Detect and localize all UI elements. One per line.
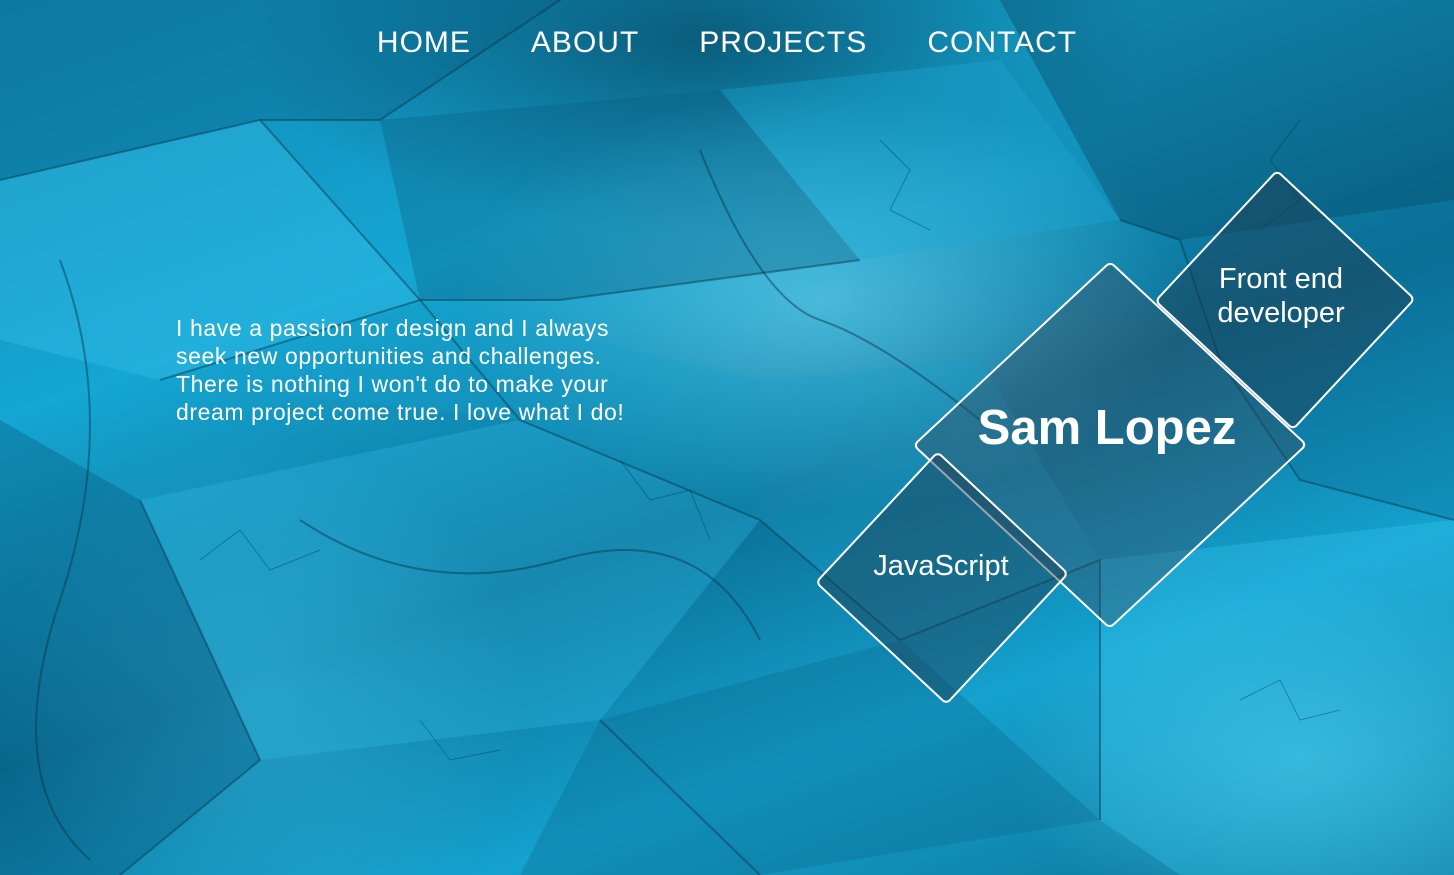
hero-name: Sam Lopez (977, 401, 1237, 455)
nav-home[interactable]: HOME (347, 24, 501, 62)
hero-role: Front end developer (1217, 263, 1345, 329)
main-nav: HOME ABOUT PROJECTS CONTACT (0, 24, 1454, 62)
nav-about[interactable]: ABOUT (501, 24, 669, 62)
nav-projects[interactable]: PROJECTS (669, 24, 897, 62)
intro-text: I have a passion for design and I always… (176, 315, 625, 425)
hero-skill: JavaScript (873, 550, 1009, 582)
nav-contact[interactable]: CONTACT (897, 24, 1107, 62)
